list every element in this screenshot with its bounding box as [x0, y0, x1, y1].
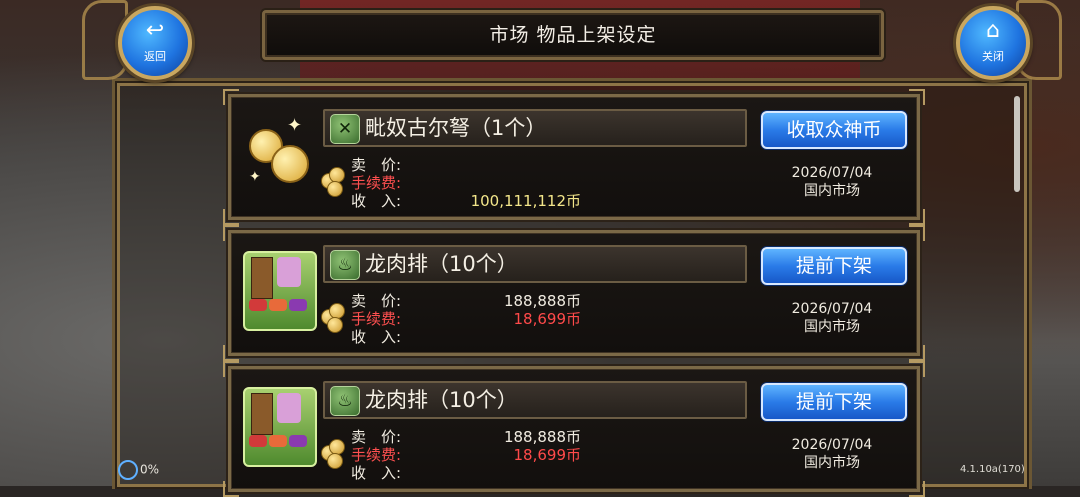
- listing-date: 2026/07/04: [791, 301, 873, 317]
- income-label: 收 入:: [351, 328, 402, 346]
- scrollbar[interactable]: [1014, 96, 1020, 192]
- price-label: 卖 价:: [351, 156, 402, 174]
- listing-card: ♨ 龙肉排（10个） 提前下架 卖 价: 手续费: 收 入: 188,888币 …: [223, 225, 925, 361]
- close-button-label: 关闭: [982, 50, 1004, 63]
- pot-icon: ♨: [330, 386, 360, 416]
- card-corner: [223, 225, 239, 241]
- card-corner: [223, 209, 239, 225]
- battery-percent: 0%: [140, 462, 160, 477]
- version-label: 4.1.10a(170): [960, 464, 1025, 475]
- fee-label: 手续费:: [351, 174, 402, 192]
- card-corner: [223, 89, 239, 105]
- battery-status: 0%: [118, 460, 159, 480]
- card-corner: [223, 481, 239, 497]
- item-name-bar: ♨ 龙肉排（10个）: [323, 245, 747, 283]
- back-arrow-icon: ↩: [145, 18, 165, 43]
- delist-early-button[interactable]: 提前下架: [761, 247, 907, 285]
- battery-icon: [118, 460, 138, 480]
- item-name: 龙肉排（10个）: [365, 388, 518, 412]
- page-title: 市场 物品上架设定: [489, 24, 657, 46]
- home-icon: ⌂: [986, 18, 1000, 43]
- crossbow-icon: ✕: [330, 114, 360, 144]
- market-name: 国内市场: [804, 319, 860, 335]
- fee-value: 18,699币: [513, 310, 582, 328]
- back-button[interactable]: ↩ 返回: [118, 6, 192, 80]
- card-corner: [223, 361, 239, 377]
- listing-date: 2026/07/04: [791, 165, 873, 181]
- price-value: 188,888币: [503, 428, 581, 446]
- item-name-bar: ♨ 龙肉排（10个）: [323, 381, 747, 419]
- listing-card: ♨ 龙肉排（10个） 提前下架 卖 价: 手续费: 收 入: 188,888币 …: [223, 361, 925, 497]
- title-bar: 市场 物品上架设定: [262, 10, 884, 60]
- fee-value: 18,699币: [513, 446, 582, 464]
- market-name: 国内市场: [804, 455, 860, 471]
- card-corner: [909, 361, 925, 377]
- price-value: 188,888币: [503, 292, 581, 310]
- card-corner: [223, 345, 239, 361]
- listing-card: ✦ ✦ ✕ 毗奴古尔弩（1个） 收取众神币 卖 价: 手续费: 收 入: 100,…: [223, 89, 925, 225]
- card-corner: [909, 225, 925, 241]
- close-button[interactable]: ⌂ 关闭: [956, 6, 1030, 80]
- card-corner: [909, 89, 925, 105]
- income-value: 100,111,112币: [470, 192, 581, 210]
- card-corner: [909, 345, 925, 361]
- item-name-bar: ✕ 毗奴古尔弩（1个）: [323, 109, 747, 147]
- card-corner: [909, 209, 925, 225]
- item-name: 龙肉排（10个）: [365, 252, 518, 276]
- market-name: 国内市场: [804, 183, 860, 199]
- item-name: 毗奴古尔弩（1个）: [365, 116, 547, 140]
- income-label: 收 入:: [351, 464, 402, 482]
- collect-coins-button[interactable]: 收取众神币: [761, 111, 907, 149]
- listing-date: 2026/07/04: [791, 437, 873, 453]
- back-button-label: 返回: [144, 50, 166, 63]
- delist-early-button[interactable]: 提前下架: [761, 383, 907, 421]
- card-corner: [909, 481, 925, 497]
- pot-icon: ♨: [330, 250, 360, 280]
- gold-coins-thumb: ✦ ✦: [241, 111, 317, 195]
